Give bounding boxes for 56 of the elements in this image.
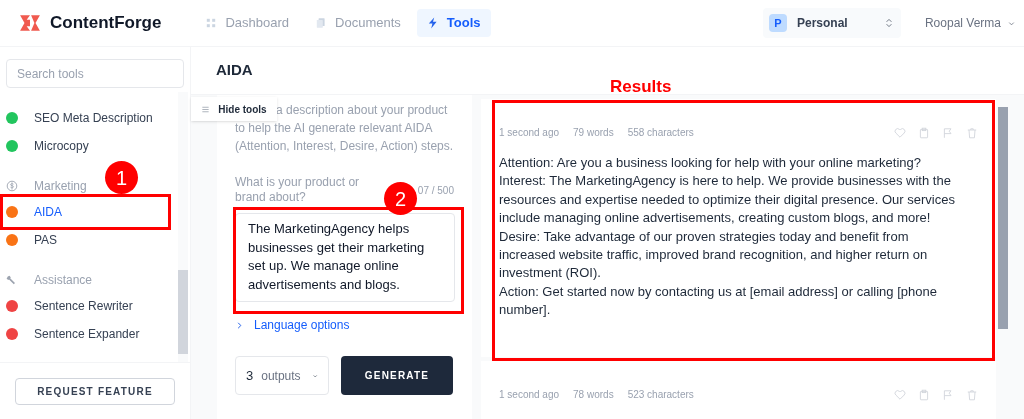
result-time: 1 second ago — [499, 126, 560, 140]
group-label: Marketing — [34, 178, 87, 195]
result-time: 1 second ago — [499, 388, 560, 402]
hide-tools-button[interactable]: Hide tools — [191, 97, 277, 121]
workspace-name: Personal — [796, 15, 849, 32]
result-paragraph: Desire: Take advantage of our proven strategies today and benefit from increased website traffic, improved brand recognition, and higher return on investment (ROI). — [499, 227, 929, 283]
character-counter: 07 / 500 — [417, 184, 454, 198]
result-paragraph: Action: Get started now by contacting us at [email address] or calling [phone number]. — [499, 282, 938, 320]
trash-icon[interactable] — [966, 388, 978, 401]
word-count: 79 words — [573, 126, 614, 140]
sidebar-item[interactable]: Sentence Expander — [6, 320, 162, 348]
logo-icon — [18, 12, 42, 34]
lightning-icon — [426, 17, 439, 29]
language-options-link[interactable]: Language options — [235, 316, 454, 334]
generate-button[interactable]: GENERATE — [341, 356, 453, 395]
nav-tab[interactable]: Tools — [416, 9, 491, 37]
word-count: 78 words — [573, 388, 614, 402]
scrollbar[interactable] — [178, 92, 188, 362]
workspace-avatar: P — [768, 14, 787, 32]
chevron-right-icon — [235, 320, 244, 330]
brand-name: ContentForge — [50, 12, 162, 35]
grid-icon — [205, 17, 218, 29]
wrench-icon — [6, 274, 18, 286]
character-count: 558 characters — [627, 126, 694, 140]
sidebar-item[interactable]: PAS — [6, 226, 162, 254]
group-label: Assistance — [34, 272, 93, 289]
sidebar-item[interactable]: Sentence Rewriter — [6, 292, 162, 320]
sidebar-item[interactable]: SEO Meta Description — [6, 104, 162, 132]
search-field[interactable]: Search tools — [6, 59, 184, 88]
trash-icon[interactable] — [966, 126, 978, 139]
page-title: AIDA — [216, 60, 253, 81]
character-count: 523 characters — [627, 388, 694, 402]
flag-icon[interactable] — [942, 388, 954, 401]
step-badge: 1 — [105, 161, 138, 194]
description-input[interactable]: The MarketingAgency helps businesses get their marketing set up. We manage online advertisements and blogs. — [235, 213, 455, 302]
dollar-icon — [6, 180, 18, 192]
result-paragraph: Interest: The MarketingAgency is here to help. We provide businesses with the resources and expertise needed to optimize their digital presence. Our services include managing online advertisements, creating custom blogs, and more! — [499, 172, 956, 228]
flag-icon[interactable] — [942, 126, 954, 139]
sidebar-item[interactable]: Microcopy — [6, 132, 162, 160]
result-paragraph: Attention: Are you a business looking for help with your online marketing? — [499, 154, 923, 172]
clipboard-icon[interactable] — [918, 388, 930, 401]
user-menu[interactable]: Roopal Verma — [924, 14, 1016, 32]
documents-icon — [315, 17, 328, 29]
scrollbar-thumb[interactable] — [178, 270, 188, 354]
outputs-select[interactable]: 3 outputs — [235, 356, 329, 395]
clipboard-icon[interactable] — [918, 126, 930, 139]
description-text: to help the AI generate relevant AIDA (Attention, Interest, Desire, Action) steps. — [235, 120, 454, 155]
scrollbar-thumb[interactable] — [998, 107, 1008, 329]
description-text: a description about your product — [276, 102, 448, 119]
request-feature-button[interactable]: REQUEST FEATURE — [15, 377, 175, 405]
menu-icon — [201, 104, 211, 114]
annotation-label: Results — [610, 76, 672, 98]
field-label: What is your product or brand about? — [235, 175, 361, 205]
heart-icon[interactable] — [894, 388, 906, 401]
heart-icon[interactable] — [894, 126, 906, 139]
workspace-switcher[interactable]: P Personal — [762, 8, 901, 38]
